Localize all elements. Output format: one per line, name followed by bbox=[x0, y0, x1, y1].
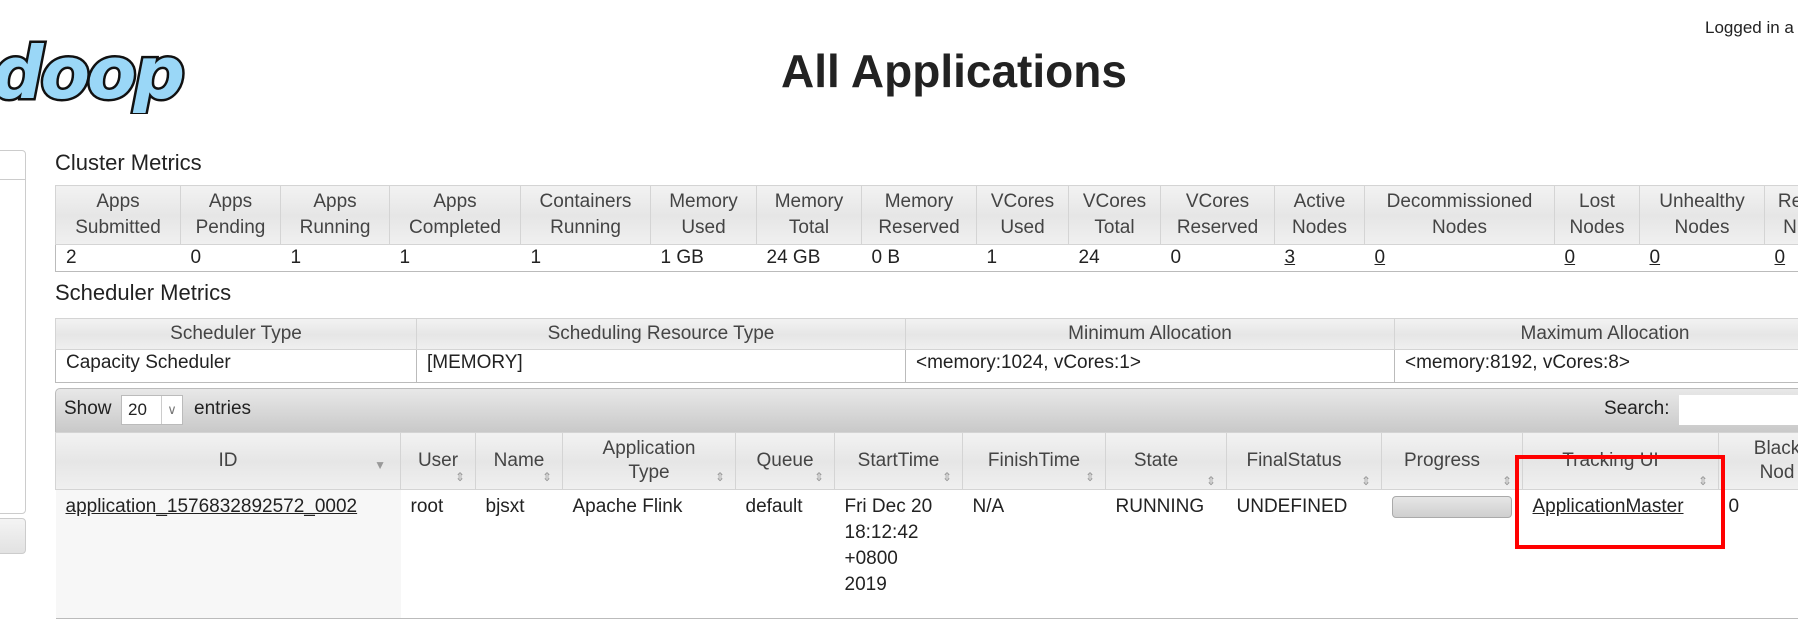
start-time-cell: Fri Dec 20 18:12:42 +0800 2019 bbox=[835, 490, 963, 619]
blacklisted-cell: 0 bbox=[1719, 490, 1798, 619]
progress-bar bbox=[1392, 496, 1512, 518]
cluster-header: ContainersRunning bbox=[521, 186, 651, 245]
search-input[interactable] bbox=[1679, 395, 1798, 425]
nodes-link[interactable]: 0 bbox=[1775, 247, 1786, 268]
scheduler-header: Maximum Allocation bbox=[1395, 319, 1798, 350]
cluster-header: VCoresUsed bbox=[977, 186, 1069, 245]
cluster-metrics-heading: Cluster Metrics bbox=[55, 150, 202, 176]
column-header[interactable]: StartTime⇕ bbox=[835, 433, 963, 490]
user-cell: root bbox=[401, 490, 476, 619]
name-cell: bjsxt bbox=[476, 490, 563, 619]
scheduler-value: <memory:1024, vCores:1> bbox=[906, 350, 1395, 383]
start-date: Fri Dec 20 bbox=[845, 494, 953, 520]
cluster-value: 24 bbox=[1069, 245, 1161, 272]
sidebar-nav bbox=[0, 150, 26, 514]
nodes-link[interactable]: 0 bbox=[1650, 247, 1661, 268]
scheduler-header: Scheduling Resource Type bbox=[417, 319, 906, 350]
cluster-value: 1 bbox=[390, 245, 521, 272]
cluster-header: DecommissionedNodes bbox=[1365, 186, 1555, 245]
scheduler-header: Minimum Allocation bbox=[906, 319, 1395, 350]
nodes-link[interactable]: 0 bbox=[1375, 247, 1386, 268]
application-id-link[interactable]: application_1576832892572_0002 bbox=[66, 496, 358, 517]
cluster-header: LostNodes bbox=[1555, 186, 1640, 245]
cluster-header: MemoryReserved bbox=[862, 186, 977, 245]
column-header[interactable]: FinalStatus⇕ bbox=[1227, 433, 1382, 490]
show-label: Show bbox=[64, 398, 112, 420]
cluster-header: ReN bbox=[1765, 186, 1798, 245]
cluster-header: AppsRunning bbox=[281, 186, 390, 245]
nodes-link[interactable]: 0 bbox=[1565, 247, 1576, 268]
state-cell: RUNNING bbox=[1106, 490, 1227, 619]
sort-icon: ⇕ bbox=[1502, 453, 1512, 490]
sort-desc-icon: ▼ bbox=[374, 453, 386, 477]
cluster-header: MemoryUsed bbox=[651, 186, 757, 245]
start-tz: +0800 bbox=[845, 546, 953, 572]
scheduler-value: <memory:8192, vCores:8> bbox=[1395, 350, 1798, 383]
scheduler-header: Scheduler Type bbox=[56, 319, 417, 350]
cluster-value: 0 bbox=[1161, 245, 1275, 272]
final-status-cell: UNDEFINED bbox=[1227, 490, 1382, 619]
column-header[interactable]: User⇕ bbox=[401, 433, 476, 490]
column-header[interactable]: FinishTime⇕ bbox=[963, 433, 1106, 490]
cluster-value: 1 bbox=[977, 245, 1069, 272]
table-toolbar: Show 20 ∨ entries Search: bbox=[55, 388, 1798, 433]
highlight-box bbox=[1515, 455, 1725, 549]
cluster-value: 2 bbox=[56, 245, 181, 272]
column-header[interactable]: ApplicationType⇕ bbox=[563, 433, 736, 490]
sort-icon: ⇕ bbox=[814, 465, 824, 489]
cluster-value: 1 bbox=[281, 245, 390, 272]
queue-cell: default bbox=[736, 490, 835, 619]
scheduler-metrics-table: Scheduler TypeScheduling Resource TypeMi… bbox=[55, 318, 1798, 383]
chevron-down-icon: ∨ bbox=[161, 396, 182, 424]
entries-label: entries bbox=[194, 398, 251, 420]
finish-time-cell: N/A bbox=[963, 490, 1106, 619]
column-header[interactable]: Name⇕ bbox=[476, 433, 563, 490]
entries-select[interactable]: 20 ∨ bbox=[121, 395, 183, 425]
nodes-link[interactable]: 3 bbox=[1285, 247, 1296, 268]
cluster-header: VCoresReserved bbox=[1161, 186, 1275, 245]
cluster-header: AppsPending bbox=[181, 186, 281, 245]
cluster-value: 0 bbox=[181, 245, 281, 272]
column-header[interactable]: BlackNod bbox=[1719, 433, 1798, 490]
scheduler-value: [MEMORY] bbox=[417, 350, 906, 383]
cluster-header: AppsCompleted bbox=[390, 186, 521, 245]
scheduler-metrics-heading: Scheduler Metrics bbox=[55, 280, 231, 306]
cluster-value: 1 GB bbox=[651, 245, 757, 272]
search-label: Search: bbox=[1604, 398, 1669, 420]
cluster-metrics-table: AppsSubmittedAppsPendingAppsRunningAppsC… bbox=[55, 185, 1798, 272]
cluster-header: MemoryTotal bbox=[757, 186, 862, 245]
sort-icon: ⇕ bbox=[1361, 453, 1371, 490]
column-header[interactable]: Queue⇕ bbox=[736, 433, 835, 490]
entries-value: 20 bbox=[128, 400, 147, 420]
sidebar-tools[interactable] bbox=[0, 518, 26, 554]
page-title: All Applications bbox=[0, 44, 1798, 98]
sort-icon: ⇕ bbox=[942, 465, 952, 489]
cluster-value: 1 bbox=[521, 245, 651, 272]
start-time: 18:12:42 bbox=[845, 520, 953, 546]
sort-icon: ⇕ bbox=[1206, 453, 1216, 490]
scheduler-value: Capacity Scheduler bbox=[56, 350, 417, 383]
column-header[interactable]: ID▼ bbox=[56, 433, 401, 490]
sort-icon: ⇕ bbox=[1085, 465, 1095, 489]
sort-icon: ⇕ bbox=[542, 465, 552, 489]
start-year: 2019 bbox=[845, 572, 953, 598]
column-header[interactable]: Progress⇕ bbox=[1382, 433, 1523, 490]
cluster-value: 24 GB bbox=[757, 245, 862, 272]
cluster-header: VCoresTotal bbox=[1069, 186, 1161, 245]
logged-in-text: Logged in a bbox=[1705, 18, 1794, 38]
column-header[interactable]: State⇕ bbox=[1106, 433, 1227, 490]
cluster-header: UnhealthyNodes bbox=[1640, 186, 1765, 245]
cluster-header: AppsSubmitted bbox=[56, 186, 181, 245]
cluster-header: ActiveNodes bbox=[1275, 186, 1365, 245]
type-cell: Apache Flink bbox=[563, 490, 736, 619]
sort-icon: ⇕ bbox=[715, 465, 725, 489]
cluster-value: 0 B bbox=[862, 245, 977, 272]
sort-icon: ⇕ bbox=[455, 465, 465, 489]
